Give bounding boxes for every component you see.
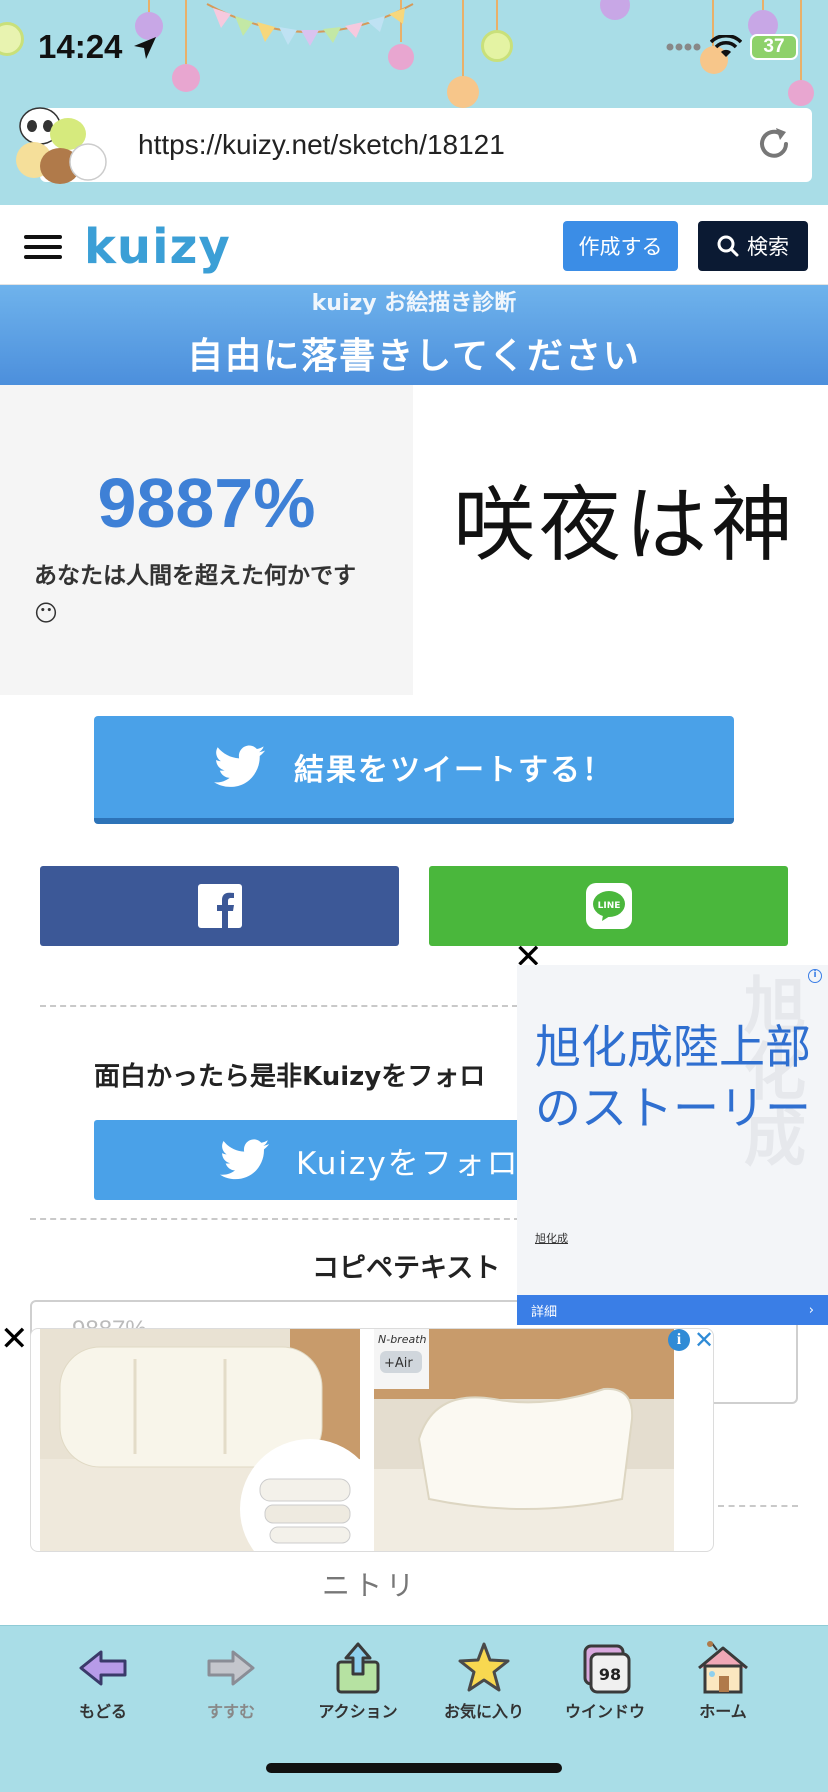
result-percent: 9887%: [97, 464, 316, 542]
decoration-ball: [0, 22, 24, 56]
browser-chrome: 14:24 37 https://kuizy.net/sketch/18121: [0, 0, 828, 205]
status-indicators: 37: [666, 34, 798, 60]
tweet-result-button[interactable]: 結果をツイートする！: [94, 716, 734, 824]
follow-prompt: 面白かったら是非Kuizyをフォロ: [94, 1062, 486, 1092]
status-time: 14:24: [38, 28, 158, 66]
forward-arrow-icon: [207, 1650, 255, 1686]
decoration-string: [462, 0, 464, 78]
line-share-button[interactable]: LINE: [429, 866, 788, 946]
action-button[interactable]: アクション: [303, 1640, 413, 1722]
pillow-image: [40, 1329, 360, 1551]
reload-icon[interactable]: [754, 124, 794, 164]
create-button[interactable]: 作成する: [563, 221, 678, 271]
search-icon: [717, 235, 739, 257]
pillow-photo-2[interactable]: N-breath +Air: [374, 1329, 674, 1551]
location-arrow-icon: [133, 37, 156, 59]
user-sketch: 咲夜は神: [413, 385, 828, 695]
bunting-decoration: [206, 3, 414, 46]
ad-logo-line2: +Air: [384, 1356, 413, 1371]
action-label: アクション: [318, 1702, 398, 1721]
battery-indicator: 37: [750, 34, 798, 60]
ad-details-bar[interactable]: 詳細 ›: [517, 1295, 828, 1325]
divider: [40, 1005, 518, 1007]
windows-label: ウインドウ: [564, 1702, 645, 1721]
windows-count: 98: [599, 1665, 621, 1684]
decoration-ball: [172, 64, 200, 92]
follow-button-label: Kuizyをフォロ: [296, 1145, 520, 1182]
battery-level: 37: [763, 36, 785, 57]
pillow-image: N-breath +Air: [374, 1329, 674, 1551]
back-label: もどる: [79, 1702, 127, 1721]
line-icon: LINE: [585, 883, 632, 929]
back-button[interactable]: もどる: [48, 1640, 158, 1722]
ad-close-icon[interactable]: ✕: [694, 1326, 714, 1354]
status-time-text: 14:24: [38, 28, 123, 65]
forward-button[interactable]: すすむ: [176, 1640, 286, 1722]
favorites-button[interactable]: お気に入り: [429, 1640, 539, 1722]
hamburger-menu-icon[interactable]: [24, 235, 62, 259]
facebook-share-button[interactable]: [40, 866, 399, 946]
address-bar[interactable]: https://kuizy.net/sketch/18121: [40, 108, 812, 182]
mascot-characters-icon: [16, 107, 107, 184]
ad-logo-line1: N-breath: [378, 1333, 427, 1346]
divider: [718, 1505, 798, 1507]
site-header: kuizy 作成する 検索: [0, 205, 828, 285]
ad-sponsor[interactable]: 旭化成: [535, 1230, 568, 1246]
banner-ad[interactable]: N-breath +Air: [30, 1328, 714, 1552]
windows-tabs-icon: 98: [583, 1644, 631, 1694]
decoration-string: [496, 0, 498, 32]
site-logo[interactable]: kuizy: [84, 219, 231, 275]
wifi-icon: [710, 35, 742, 57]
banner-title: 自由に落書きしてください: [187, 336, 641, 377]
twitter-bird-icon: [220, 1139, 270, 1180]
ad-info-icon[interactable]: i: [808, 969, 822, 983]
sketch-text: 咲夜は神: [453, 478, 797, 573]
star-icon: [458, 1642, 510, 1692]
sidebar-ad[interactable]: 旭化成 i 旭化成陸上部のストーリー 旭化成 詳細 ›: [517, 965, 828, 1325]
ad-info-icon[interactable]: i: [668, 1329, 690, 1351]
favorites-label: お気に入り: [443, 1702, 524, 1721]
home-button[interactable]: ホーム: [668, 1640, 778, 1722]
result-panel: 9887% あなたは人間を超えた何かです😶: [0, 385, 413, 695]
ad-close-icon[interactable]: ✕: [0, 1322, 29, 1356]
tweet-button-label: 結果をツイートする！: [294, 753, 614, 788]
handwritten-sketch-image: 咲夜は神: [453, 478, 797, 573]
windows-button[interactable]: 98 ウインドウ: [550, 1640, 660, 1722]
decoration-string: [800, 0, 802, 82]
ad-headline[interactable]: 旭化成陸上部のストーリー: [535, 1017, 825, 1139]
svg-text:LINE: LINE: [597, 901, 620, 911]
quiz-title-banner: kuizy お絵描き診断 自由に落書きしてください: [0, 285, 828, 385]
banner-subtitle: kuizy お絵描き診断: [311, 291, 517, 316]
back-arrow-icon: [79, 1650, 127, 1686]
pillow-photo-1[interactable]: [40, 1329, 360, 1551]
home-label: ホーム: [699, 1702, 747, 1721]
divider: [30, 1218, 520, 1220]
decoration-ball: [481, 30, 513, 62]
facebook-icon: [197, 884, 242, 928]
result-description: あなたは人間を超えた何かです😶: [34, 563, 356, 627]
share-action-icon: [336, 1642, 380, 1694]
ad-brand-name[interactable]: ニトリ: [0, 1564, 740, 1604]
ad-details-label: 詳細: [531, 1304, 558, 1320]
forward-label: すすむ: [206, 1702, 255, 1721]
url-text[interactable]: https://kuizy.net/sketch/18121: [138, 129, 505, 161]
copy-text-title: コピペテキスト: [312, 1253, 501, 1284]
twitter-bird-icon: [214, 745, 266, 787]
signal-dots-icon: [666, 43, 701, 51]
decoration-ball: [600, 0, 630, 20]
decoration-ball: [788, 80, 814, 106]
search-button-label: 検索: [747, 235, 789, 259]
decoration-ball: [447, 76, 479, 108]
chevron-right-icon: ›: [808, 1302, 814, 1318]
search-button[interactable]: 検索: [698, 221, 808, 271]
decoration-string: [185, 0, 187, 68]
home-house-icon: [698, 1641, 748, 1694]
home-indicator[interactable]: [266, 1763, 562, 1773]
